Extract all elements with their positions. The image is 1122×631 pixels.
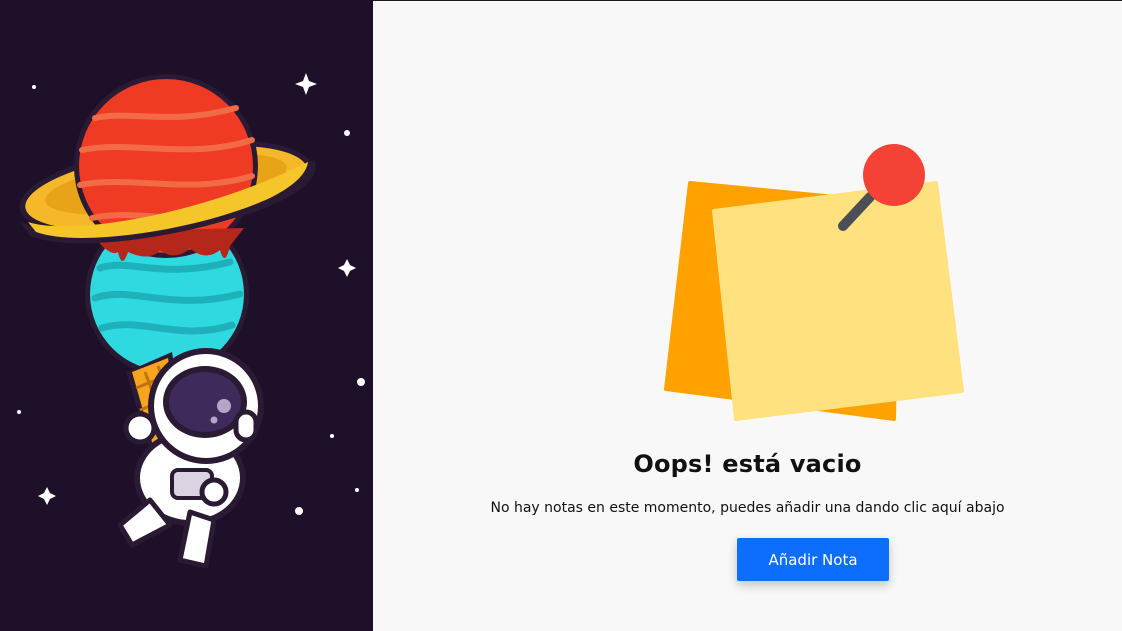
illustration-panel	[0, 0, 373, 631]
astronaut-planet-icecream-icon	[17, 73, 365, 569]
sticky-notes-pin-icon	[664, 144, 964, 421]
empty-state-panel: Oops! está vacio No hay notas en este mo…	[373, 0, 1122, 631]
add-note-button[interactable]: Añadir Nota	[737, 538, 889, 581]
empty-state-message: No hay notas en este momento, puedes aña…	[490, 500, 1005, 516]
empty-state-title: Oops! está vacio	[633, 450, 862, 478]
